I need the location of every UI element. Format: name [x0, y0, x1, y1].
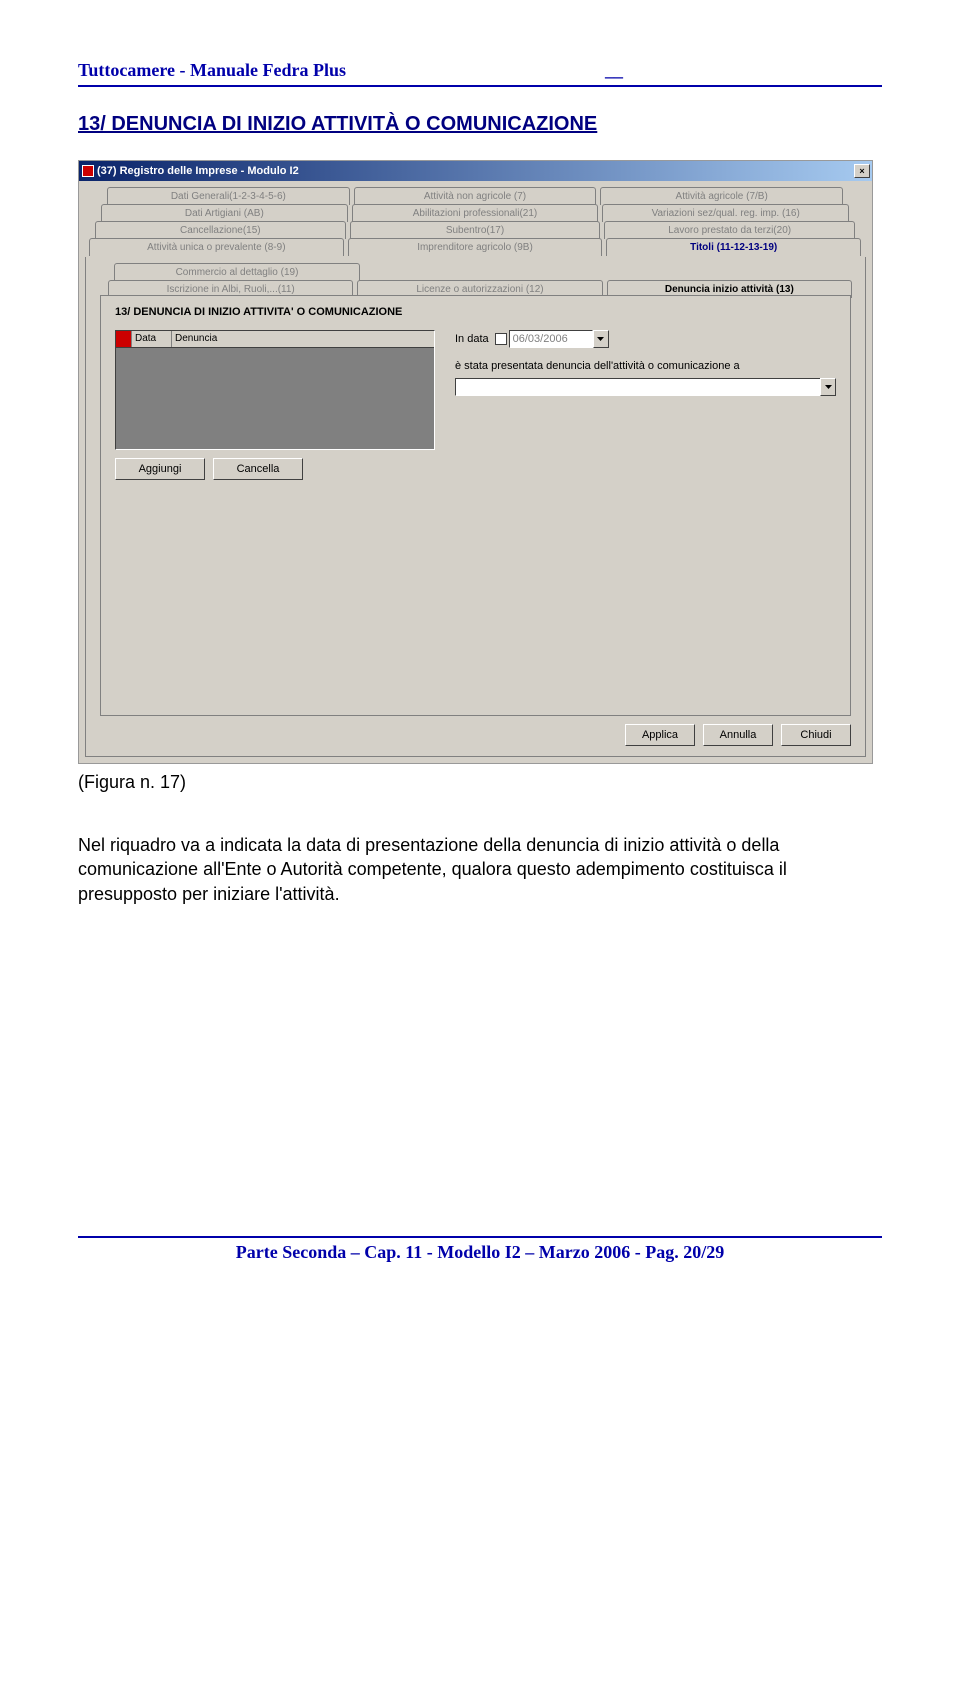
tab-abilitazioni[interactable]: Abilitazioni professionali(21) [352, 204, 599, 222]
app-window: (37) Registro delle Imprese - Modulo I2 … [78, 160, 873, 764]
header-rule [78, 85, 882, 87]
page-footer: Parte Seconda – Cap. 11 - Modello I2 – M… [78, 1242, 882, 1263]
tab-subentro[interactable]: Subentro(17) [350, 221, 601, 239]
panel-title: 13/ DENUNCIA DI INIZIO ATTIVITA' O COMUN… [115, 306, 836, 318]
tab-dati-generali[interactable]: Dati Generali(1-2-3-4-5-6) [107, 187, 350, 205]
close-window-button[interactable]: × [854, 164, 870, 178]
tab-dati-artigiani[interactable]: Dati Artigiani (AB) [101, 204, 348, 222]
tab-cancellazione[interactable]: Cancellazione(15) [95, 221, 346, 239]
chiudi-button[interactable]: Chiudi [781, 724, 851, 746]
tab-lavoro-terzi[interactable]: Lavoro prestato da terzi(20) [604, 221, 855, 239]
ente-combo-dropdown-icon[interactable] [820, 378, 836, 396]
doc-header: Tuttocamere - Manuale Fedra Plus __ [78, 60, 882, 81]
annulla-button[interactable]: Annulla [703, 724, 773, 746]
ente-combo-input[interactable] [455, 378, 820, 396]
list-col-denuncia: Denuncia [172, 331, 434, 347]
date-input[interactable] [509, 330, 593, 348]
list-indicator [116, 331, 132, 347]
doc-header-left: Tuttocamere - Manuale Fedra Plus [78, 60, 346, 81]
figure-caption: (Figura n. 17) [78, 772, 882, 793]
list-col-data: Data [132, 331, 172, 347]
in-data-label: In data [455, 333, 489, 345]
date-dropdown-icon[interactable] [593, 330, 609, 348]
data-denuncia-list[interactable]: Data Denuncia [115, 330, 435, 450]
titlebar: (37) Registro delle Imprese - Modulo I2 … [79, 161, 872, 181]
footer-rule [78, 1236, 882, 1238]
tab-variazioni[interactable]: Variazioni sez/qual. reg. imp. (16) [602, 204, 849, 222]
subtab-commercio[interactable]: Commercio al dettaglio (19) [114, 263, 360, 281]
tab-attivita-non-agricole[interactable]: Attività non agricole (7) [354, 187, 597, 205]
aggiungi-button[interactable]: Aggiungi [115, 458, 205, 480]
tab-imprenditore-agricolo[interactable]: Imprenditore agricolo (9B) [348, 238, 603, 256]
date-checkbox[interactable] [495, 333, 507, 345]
cancella-button[interactable]: Cancella [213, 458, 303, 480]
doc-header-mid: __ [605, 60, 623, 81]
body-paragraph: Nel riquadro va a indicata la data di pr… [78, 833, 882, 906]
section-title: 13/ DENUNCIA DI INIZIO ATTIVITÀ O COMUNI… [78, 113, 882, 136]
tab-attivita-agricole[interactable]: Attività agricole (7/B) [600, 187, 843, 205]
tab-titoli[interactable]: Titoli (11-12-13-19) [606, 238, 861, 256]
tab-attivita-unica[interactable]: Attività unica o prevalente (8-9) [89, 238, 344, 256]
window-title: (37) Registro delle Imprese - Modulo I2 [97, 165, 299, 177]
desc-label: è stata presentata denuncia dell'attivit… [455, 360, 836, 372]
app-icon [82, 165, 94, 177]
applica-button[interactable]: Applica [625, 724, 695, 746]
